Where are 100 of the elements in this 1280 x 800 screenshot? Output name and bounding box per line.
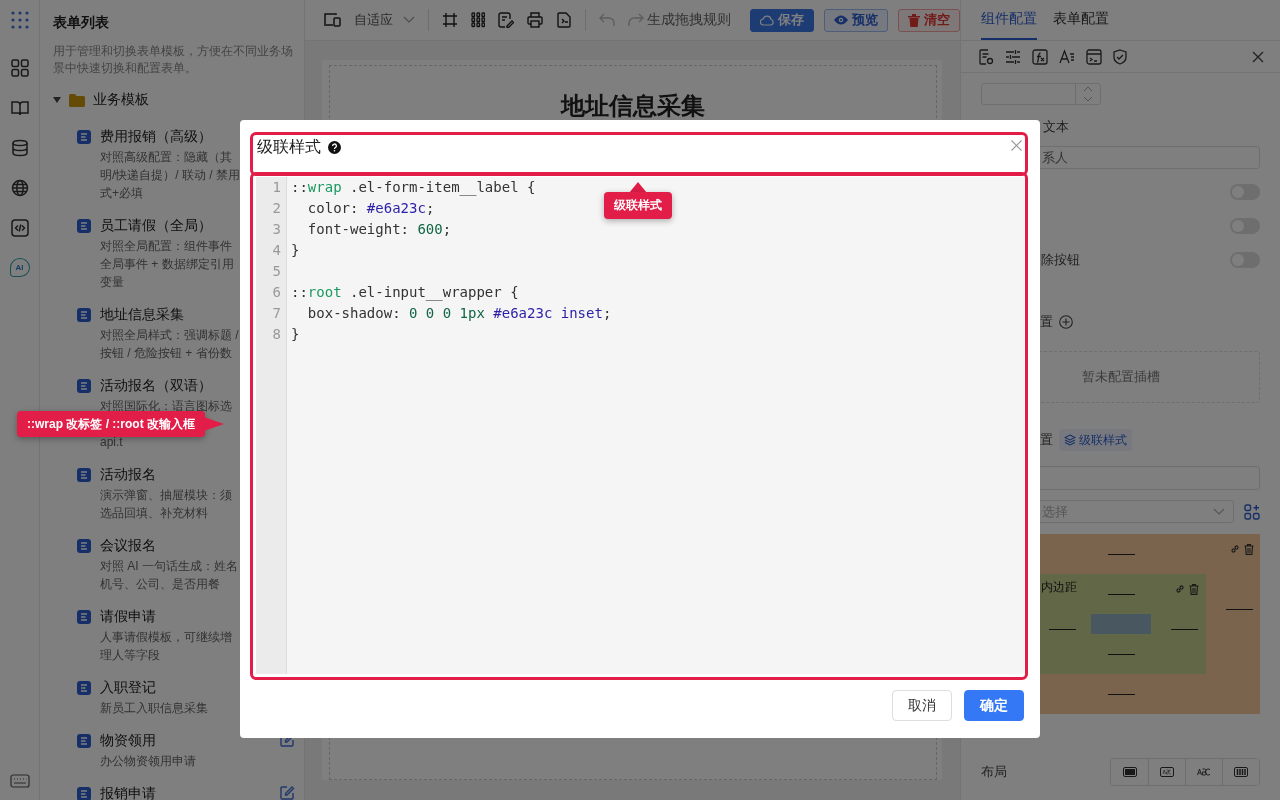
add-icon[interactable] [1059, 315, 1073, 329]
chevron-icon [1213, 507, 1225, 516]
template-description: 选品回填、补充材料 [100, 505, 208, 522]
template-title[interactable]: 员工请假（全局） [100, 217, 212, 235]
template-description: 按钮 / 危险按钮 + 省份数 [100, 345, 232, 362]
device-icon[interactable] [323, 13, 341, 27]
template-title[interactable]: 活动报名（双语） [100, 377, 212, 395]
shield-icon[interactable] [1113, 48, 1127, 65]
code-icon[interactable] [10, 219, 29, 237]
code-line: font-weight: 600; [306, 220, 453, 239]
template-title[interactable]: 物资领用 [100, 732, 156, 750]
template-description: 对照 AI 一句话生成：姓名 [100, 558, 238, 575]
help-icon[interactable] [328, 141, 341, 154]
link-icon[interactable] [1230, 544, 1240, 554]
template-description: 办公物资领用申请 [100, 753, 196, 770]
code-line: color: #e6a23c; [306, 199, 436, 218]
panel-title: 表单列表 [53, 14, 110, 32]
section-heading: 置 [1040, 313, 1053, 331]
form-edit-icon[interactable] [498, 12, 514, 28]
cancel-button[interactable]: 取消 [892, 690, 952, 721]
trash-icon [908, 13, 920, 27]
device-select[interactable]: 自适应 [354, 11, 415, 29]
link-icon[interactable] [1175, 584, 1185, 594]
trash-icon[interactable] [1189, 584, 1199, 595]
flex-layout-icon[interactable] [1222, 759, 1259, 785]
document-icon [77, 308, 91, 322]
text-style-icon[interactable] [1059, 48, 1075, 65]
keyboard-icon[interactable] [9, 774, 30, 788]
document-icon [77, 379, 91, 393]
folder-row[interactable]: 业务模板 [53, 89, 304, 111]
template-description: 机号、公司、是否用餐 [100, 576, 220, 593]
grid-icon[interactable] [10, 59, 29, 77]
chevron-icon [403, 16, 415, 24]
code-line: ::wrap .el-form-item__label { [291, 178, 537, 198]
document-icon [77, 130, 91, 144]
apps-icon[interactable] [10, 11, 29, 29]
print-icon[interactable] [527, 12, 543, 28]
terminal-icon[interactable] [1086, 48, 1102, 65]
chevron-down-icon[interactable] [1083, 96, 1093, 102]
code-line: ::root .el-input__wrapper { [291, 283, 520, 303]
crop-icon[interactable] [442, 12, 458, 28]
database-icon[interactable] [10, 139, 29, 157]
template-description: 人事请假模板，可继续增 [100, 629, 232, 646]
template-title[interactable]: 请假申请 [100, 608, 156, 626]
template-description: api.t [100, 434, 123, 451]
close-icon[interactable] [1011, 140, 1022, 151]
line-number: 7 [271, 304, 282, 323]
book-icon[interactable] [10, 99, 29, 117]
chevron-up-icon[interactable] [1083, 86, 1093, 92]
template-title[interactable]: 活动报名 [100, 466, 156, 484]
line-number: 3 [271, 220, 282, 239]
template-description: 对照全局样式：强调标题 / [100, 327, 239, 344]
callout-label: ::wrap 改标签 / ::root 改输入框 [17, 411, 224, 437]
generate-rules-link[interactable]: 生成拖拽规则 [647, 11, 731, 29]
callout-label: 级联样式 [604, 182, 672, 219]
trash-icon[interactable] [1244, 544, 1254, 555]
cascade-style-tag[interactable]: 级联样式 [1059, 429, 1132, 451]
field-label: 布局 [981, 763, 1007, 781]
line-number: 8 [271, 325, 282, 344]
line-number: 2 [271, 199, 282, 218]
toolbar-button[interactable]: 保存 [750, 8, 814, 32]
folder-icon [69, 93, 85, 107]
content-box [1091, 614, 1151, 634]
document-icon [77, 468, 91, 482]
template-description: 演示弹窗、抽屉模块：须 [100, 487, 232, 504]
close-icon[interactable] [1252, 50, 1264, 63]
line-number: 5 [271, 262, 282, 281]
confirm-button[interactable]: 确定 [964, 690, 1024, 721]
template-title[interactable]: 报销申请 [100, 785, 156, 800]
field-label: 文本 [1043, 118, 1069, 136]
tab[interactable]: 组件配置 [981, 0, 1037, 40]
grid-icon[interactable] [471, 12, 485, 28]
padding-label: 内边距 [1041, 579, 1077, 596]
template-title[interactable]: 费用报销（高级） [100, 128, 212, 146]
number-input[interactable] [981, 83, 1101, 105]
cloud-icon [760, 14, 774, 26]
function-icon[interactable] [1032, 48, 1048, 65]
template-title[interactable]: 会议报名 [100, 537, 156, 555]
toolbar-button[interactable]: 预览 [824, 8, 888, 32]
document-icon [77, 219, 91, 233]
template-title[interactable]: 入职登记 [100, 679, 156, 697]
globe-icon[interactable] [10, 179, 29, 197]
sliders-icon[interactable] [1005, 49, 1021, 64]
line-number: 1 [271, 178, 282, 197]
template-title[interactable]: 地址信息采集 [100, 306, 184, 324]
line-number: 4 [271, 241, 282, 260]
code-line: } [291, 325, 301, 344]
add-component-icon[interactable] [1244, 503, 1260, 520]
layers-icon [1064, 434, 1076, 446]
section-heading: 置 [1040, 431, 1053, 449]
code-line: } [291, 241, 301, 260]
form-settings-icon[interactable] [978, 48, 994, 65]
tab[interactable]: 表单配置 [1053, 0, 1109, 40]
template-description: 对照全局配置：组件事件 [100, 238, 232, 255]
template-description: 理人等字段 [100, 647, 160, 664]
template-description: 明/快递自提）/ 联动 / 禁用 [100, 167, 240, 184]
code-line: box-shadow: 0 0 0 1px #e6a23c inset; [306, 304, 612, 323]
toolbar-button[interactable]: 清空 [898, 8, 960, 32]
form-title: 地址信息采集 [559, 91, 706, 121]
document-icon [77, 734, 91, 748]
